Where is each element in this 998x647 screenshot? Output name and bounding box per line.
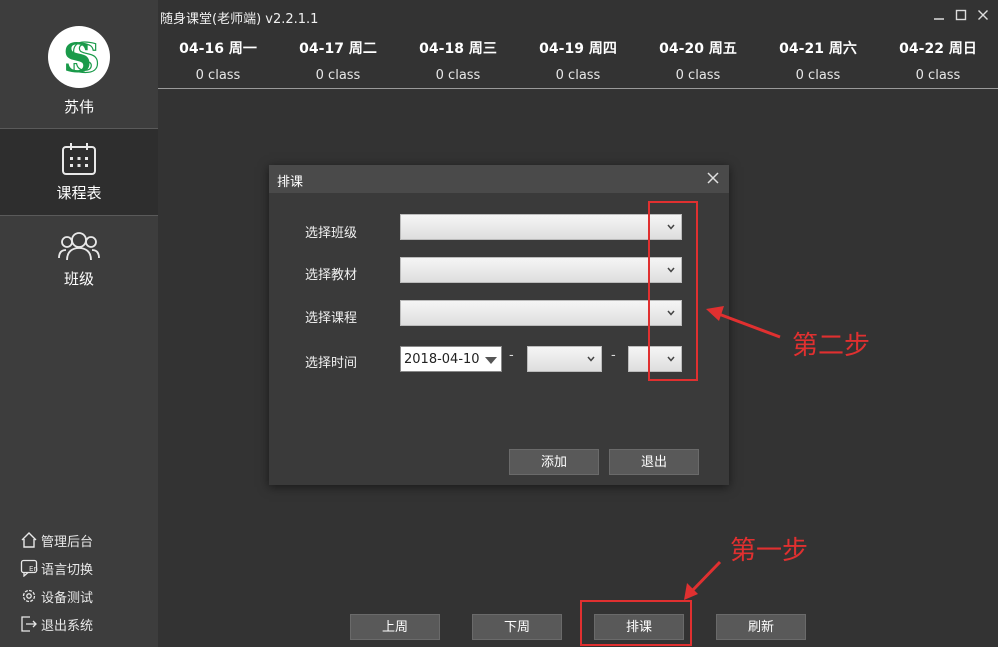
arrow-icon	[706, 306, 781, 339]
step2-label: 第二步	[792, 331, 871, 361]
annotation-arrows	[684, 306, 781, 600]
step1-label: 第一步	[730, 536, 809, 566]
arrow-icon	[684, 560, 722, 600]
